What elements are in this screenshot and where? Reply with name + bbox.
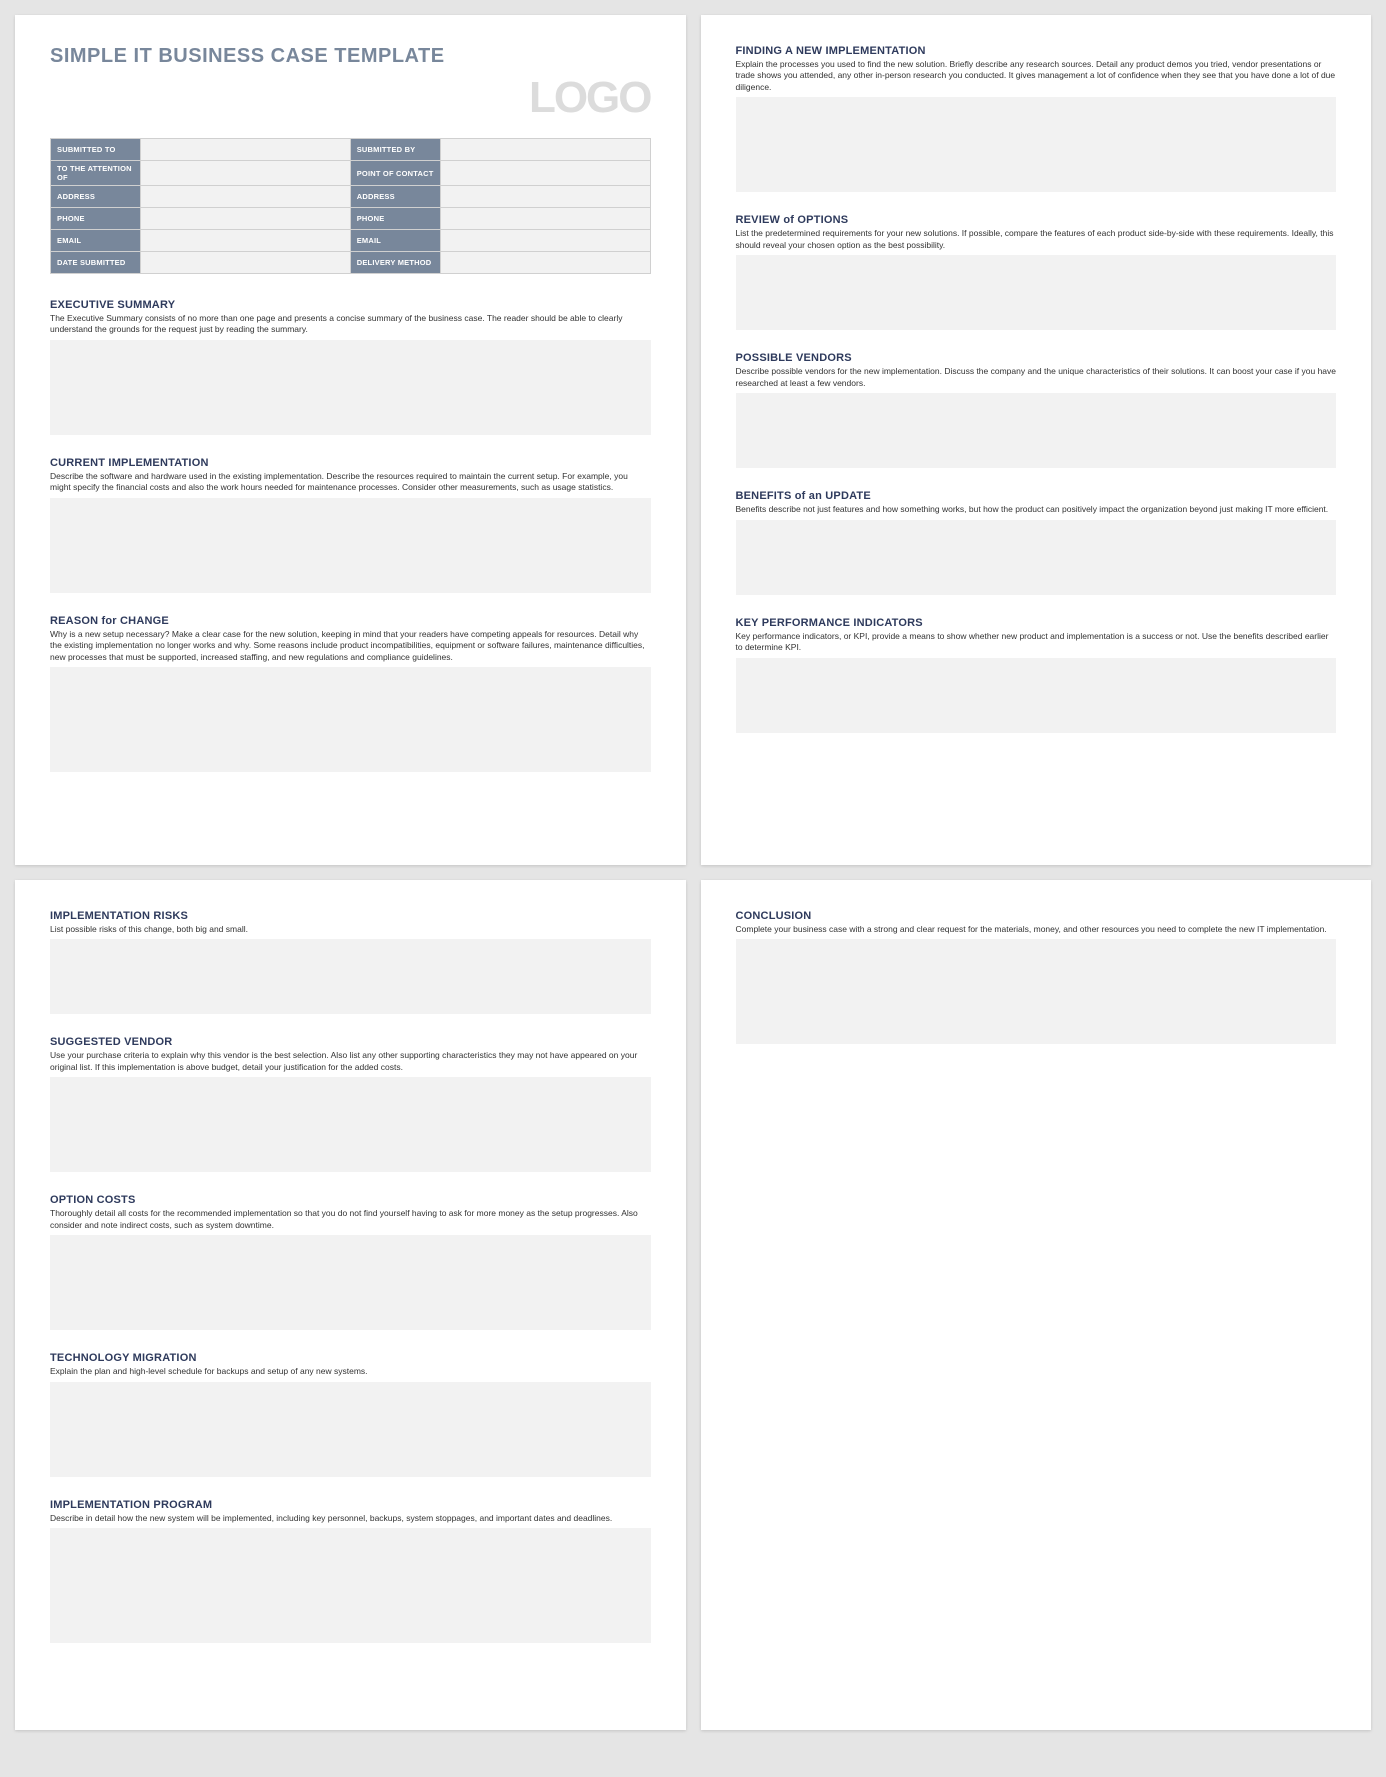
section-option-costs: OPTION COSTS Thoroughly detail all costs… [50, 1194, 651, 1330]
value-phone-left[interactable] [140, 208, 350, 230]
label-address-left: ADDRESS [51, 186, 141, 208]
box-possible-vendors[interactable] [736, 393, 1337, 468]
desc-kpi: Key performance indicators, or KPI, prov… [736, 631, 1337, 654]
box-benefits-of-update[interactable] [736, 520, 1337, 595]
heading-reason-for-change: REASON for CHANGE [50, 615, 651, 627]
label-submitted-to: SUBMITTED TO [51, 139, 141, 161]
desc-benefits-of-update: Benefits describe not just features and … [736, 504, 1337, 515]
desc-option-costs: Thoroughly detail all costs for the reco… [50, 1208, 651, 1231]
section-possible-vendors: POSSIBLE VENDORS Describe possible vendo… [736, 352, 1337, 468]
label-date-submitted: DATE SUBMITTED [51, 252, 141, 274]
section-implementation-program: IMPLEMENTATION PROGRAM Describe in detai… [50, 1499, 651, 1643]
box-implementation-program[interactable] [50, 1528, 651, 1643]
value-submitted-by[interactable] [440, 139, 650, 161]
heading-implementation-risks: IMPLEMENTATION RISKS [50, 910, 651, 922]
desc-current-implementation: Describe the software and hardware used … [50, 471, 651, 494]
section-suggested-vendor: SUGGESTED VENDOR Use your purchase crite… [50, 1036, 651, 1172]
logo-row: LOGO [50, 73, 651, 123]
box-suggested-vendor[interactable] [50, 1077, 651, 1172]
heading-kpi: KEY PERFORMANCE INDICATORS [736, 617, 1337, 629]
label-address-right: ADDRESS [350, 186, 440, 208]
heading-executive-summary: EXECUTIVE SUMMARY [50, 299, 651, 311]
box-current-implementation[interactable] [50, 498, 651, 593]
page-1: SIMPLE IT BUSINESS CASE TEMPLATE LOGO SU… [15, 15, 686, 865]
section-reason-for-change: REASON for CHANGE Why is a new setup nec… [50, 615, 651, 772]
value-date-submitted[interactable] [140, 252, 350, 274]
section-benefits-of-update: BENEFITS of an UPDATE Benefits describe … [736, 490, 1337, 594]
box-kpi[interactable] [736, 658, 1337, 733]
desc-conclusion: Complete your business case with a stron… [736, 924, 1337, 935]
box-review-of-options[interactable] [736, 255, 1337, 330]
logo-placeholder: LOGO [529, 73, 651, 122]
document-title: SIMPLE IT BUSINESS CASE TEMPLATE [50, 45, 651, 68]
desc-implementation-program: Describe in detail how the new system wi… [50, 1513, 651, 1524]
page-4: CONCLUSION Complete your business case w… [701, 880, 1372, 1730]
section-kpi: KEY PERFORMANCE INDICATORS Key performan… [736, 617, 1337, 733]
value-address-right[interactable] [440, 186, 650, 208]
desc-possible-vendors: Describe possible vendors for the new im… [736, 366, 1337, 389]
value-delivery-method[interactable] [440, 252, 650, 274]
label-phone-left: PHONE [51, 208, 141, 230]
desc-implementation-risks: List possible risks of this change, both… [50, 924, 651, 935]
label-email-left: EMAIL [51, 230, 141, 252]
heading-benefits-of-update: BENEFITS of an UPDATE [736, 490, 1337, 502]
label-point-of-contact: POINT OF CONTACT [350, 161, 440, 186]
heading-review-of-options: REVIEW of OPTIONS [736, 214, 1337, 226]
label-email-right: EMAIL [350, 230, 440, 252]
section-conclusion: CONCLUSION Complete your business case w… [736, 910, 1337, 1044]
box-option-costs[interactable] [50, 1235, 651, 1330]
desc-executive-summary: The Executive Summary consists of no mor… [50, 313, 651, 336]
page-3: IMPLEMENTATION RISKS List possible risks… [15, 880, 686, 1730]
heading-current-implementation: CURRENT IMPLEMENTATION [50, 457, 651, 469]
section-technology-migration: TECHNOLOGY MIGRATION Explain the plan an… [50, 1352, 651, 1476]
header-info-table: SUBMITTED TO SUBMITTED BY TO THE ATTENTI… [50, 138, 651, 274]
heading-possible-vendors: POSSIBLE VENDORS [736, 352, 1337, 364]
label-phone-right: PHONE [350, 208, 440, 230]
section-executive-summary: EXECUTIVE SUMMARY The Executive Summary … [50, 299, 651, 435]
desc-finding-new-implementation: Explain the processes you used to find t… [736, 59, 1337, 93]
heading-option-costs: OPTION COSTS [50, 1194, 651, 1206]
value-address-left[interactable] [140, 186, 350, 208]
heading-suggested-vendor: SUGGESTED VENDOR [50, 1036, 651, 1048]
heading-implementation-program: IMPLEMENTATION PROGRAM [50, 1499, 651, 1511]
desc-reason-for-change: Why is a new setup necessary? Make a cle… [50, 629, 651, 663]
desc-technology-migration: Explain the plan and high-level schedule… [50, 1366, 651, 1377]
box-finding-new-implementation[interactable] [736, 97, 1337, 192]
section-current-implementation: CURRENT IMPLEMENTATION Describe the soft… [50, 457, 651, 593]
desc-suggested-vendor: Use your purchase criteria to explain wh… [50, 1050, 651, 1073]
heading-technology-migration: TECHNOLOGY MIGRATION [50, 1352, 651, 1364]
box-executive-summary[interactable] [50, 340, 651, 435]
value-phone-right[interactable] [440, 208, 650, 230]
box-technology-migration[interactable] [50, 1382, 651, 1477]
section-review-of-options: REVIEW of OPTIONS List the predetermined… [736, 214, 1337, 330]
value-point-of-contact[interactable] [440, 161, 650, 186]
label-attention-of: TO THE ATTENTION OF [51, 161, 141, 186]
value-email-right[interactable] [440, 230, 650, 252]
box-reason-for-change[interactable] [50, 667, 651, 772]
heading-finding-new-implementation: FINDING A NEW IMPLEMENTATION [736, 45, 1337, 57]
section-finding-new-implementation: FINDING A NEW IMPLEMENTATION Explain the… [736, 45, 1337, 192]
label-submitted-by: SUBMITTED BY [350, 139, 440, 161]
pages-container: SIMPLE IT BUSINESS CASE TEMPLATE LOGO SU… [15, 15, 1371, 1730]
box-conclusion[interactable] [736, 939, 1337, 1044]
box-implementation-risks[interactable] [50, 939, 651, 1014]
section-implementation-risks: IMPLEMENTATION RISKS List possible risks… [50, 910, 651, 1014]
label-delivery-method: DELIVERY METHOD [350, 252, 440, 274]
value-submitted-to[interactable] [140, 139, 350, 161]
heading-conclusion: CONCLUSION [736, 910, 1337, 922]
page-2: FINDING A NEW IMPLEMENTATION Explain the… [701, 15, 1372, 865]
desc-review-of-options: List the predetermined requirements for … [736, 228, 1337, 251]
value-attention-of[interactable] [140, 161, 350, 186]
value-email-left[interactable] [140, 230, 350, 252]
